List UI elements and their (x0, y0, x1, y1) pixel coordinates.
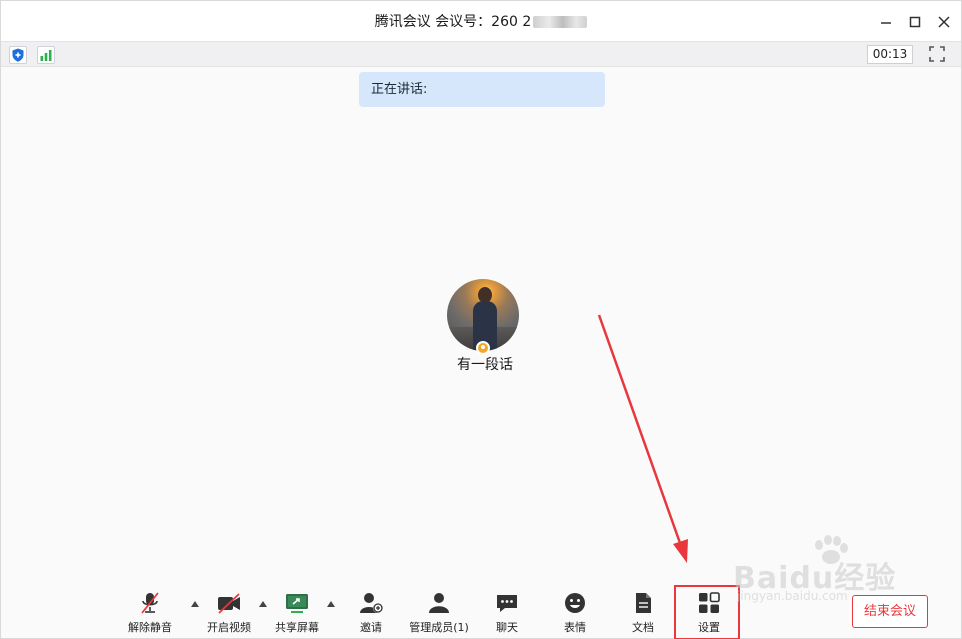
minimize-icon (881, 22, 891, 24)
unmute-button[interactable]: 解除静音 (125, 591, 175, 637)
share-screen-button[interactable]: 共享屏幕 (272, 591, 322, 637)
unmute-label: 解除静音 (128, 621, 172, 634)
speaking-indicator: 正在讲话: (359, 72, 605, 107)
video-options-caret[interactable] (259, 601, 267, 607)
emoji-label: 表情 (564, 621, 586, 634)
minimize-button[interactable] (875, 11, 897, 33)
documents-label: 文档 (632, 621, 654, 634)
fullscreen-button[interactable] (929, 46, 945, 62)
invite-user-icon (360, 593, 383, 613)
meeting-window: 腾讯会议 会议号：260 2 00:13 正在讲话: 有一段话 解除静音 开启视… (0, 0, 962, 639)
close-icon (938, 16, 950, 28)
muted-microphone-icon (141, 592, 159, 614)
manage-members-button[interactable]: 管理成员(1) (406, 591, 472, 637)
documents-button[interactable]: 文档 (625, 591, 661, 637)
network-button[interactable] (37, 46, 55, 64)
signal-strength-icon (40, 50, 52, 61)
manage-members-label: 管理成员(1) (409, 621, 469, 634)
video-off-icon (218, 593, 240, 614)
share-options-caret[interactable] (327, 601, 335, 607)
meeting-timer: 00:13 (867, 45, 913, 64)
smiley-icon (565, 593, 585, 613)
chat-bubble-icon (497, 595, 517, 612)
emoji-button[interactable]: 表情 (557, 591, 593, 637)
speaking-label: 正在讲话: (371, 82, 428, 97)
status-strip: 00:13 (1, 41, 961, 67)
invite-button[interactable]: 邀请 (351, 591, 391, 637)
participant-name: 有一段话 (457, 357, 513, 373)
settings-highlight-annotation (674, 585, 740, 639)
invite-label: 邀请 (360, 621, 382, 634)
chat-button[interactable]: 聊天 (489, 591, 525, 637)
window-title: 腾讯会议 会议号：260 2 (1, 11, 961, 31)
share-screen-icon (286, 594, 308, 613)
audio-options-caret[interactable] (191, 601, 199, 607)
share-screen-label: 共享屏幕 (275, 621, 319, 634)
host-badge-icon (476, 341, 490, 355)
chat-label: 聊天 (496, 621, 518, 634)
baidu-watermark: Baidu经验 jingyan.baidu.com (733, 533, 933, 609)
start-video-label: 开启视频 (207, 621, 251, 634)
maximize-button[interactable] (904, 11, 926, 33)
meeting-title-text: 腾讯会议 会议号：260 2 (374, 14, 532, 30)
maximize-icon (909, 16, 921, 28)
watermark-url: jingyan.baidu.com (737, 589, 848, 603)
start-video-button[interactable]: 开启视频 (204, 591, 254, 637)
title-bar: 腾讯会议 会议号：260 2 (1, 1, 961, 41)
close-button[interactable] (933, 11, 955, 33)
members-icon (429, 593, 449, 613)
blurred-meeting-id (533, 16, 588, 28)
fullscreen-icon (929, 46, 945, 62)
document-icon (636, 593, 651, 613)
security-button[interactable] (9, 46, 27, 64)
shield-icon (12, 48, 24, 62)
